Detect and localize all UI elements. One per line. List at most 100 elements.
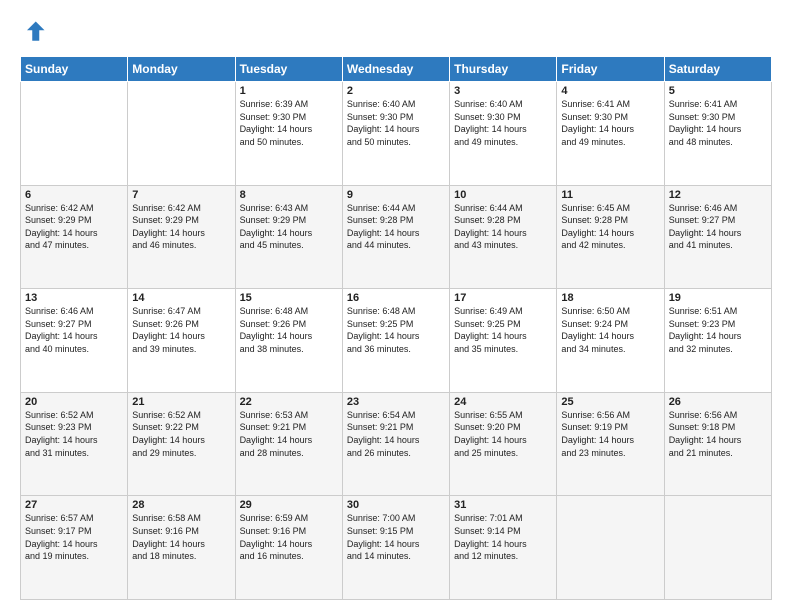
day-info: Sunrise: 6:43 AM Sunset: 9:29 PM Dayligh…	[240, 202, 338, 252]
day-number: 22	[240, 396, 338, 408]
day-info: Sunrise: 6:44 AM Sunset: 9:28 PM Dayligh…	[454, 202, 552, 252]
calendar-cell: 2Sunrise: 6:40 AM Sunset: 9:30 PM Daylig…	[342, 82, 449, 186]
day-number: 14	[132, 292, 230, 304]
calendar-cell	[557, 496, 664, 600]
day-info: Sunrise: 6:48 AM Sunset: 9:25 PM Dayligh…	[347, 305, 445, 355]
day-number: 29	[240, 499, 338, 511]
calendar-cell: 19Sunrise: 6:51 AM Sunset: 9:23 PM Dayli…	[664, 289, 771, 393]
calendar-cell: 24Sunrise: 6:55 AM Sunset: 9:20 PM Dayli…	[450, 392, 557, 496]
day-info: Sunrise: 6:56 AM Sunset: 9:19 PM Dayligh…	[561, 409, 659, 459]
day-number: 20	[25, 396, 123, 408]
logo	[20, 18, 52, 46]
day-info: Sunrise: 6:46 AM Sunset: 9:27 PM Dayligh…	[25, 305, 123, 355]
calendar-cell: 29Sunrise: 6:59 AM Sunset: 9:16 PM Dayli…	[235, 496, 342, 600]
calendar-week-row: 27Sunrise: 6:57 AM Sunset: 9:17 PM Dayli…	[21, 496, 772, 600]
calendar-cell: 16Sunrise: 6:48 AM Sunset: 9:25 PM Dayli…	[342, 289, 449, 393]
calendar-day-header: Sunday	[21, 57, 128, 82]
calendar-week-row: 13Sunrise: 6:46 AM Sunset: 9:27 PM Dayli…	[21, 289, 772, 393]
calendar-cell: 23Sunrise: 6:54 AM Sunset: 9:21 PM Dayli…	[342, 392, 449, 496]
day-info: Sunrise: 6:52 AM Sunset: 9:23 PM Dayligh…	[25, 409, 123, 459]
calendar-day-header: Monday	[128, 57, 235, 82]
day-info: Sunrise: 6:57 AM Sunset: 9:17 PM Dayligh…	[25, 512, 123, 562]
calendar-cell: 5Sunrise: 6:41 AM Sunset: 9:30 PM Daylig…	[664, 82, 771, 186]
calendar-cell: 30Sunrise: 7:00 AM Sunset: 9:15 PM Dayli…	[342, 496, 449, 600]
day-number: 18	[561, 292, 659, 304]
day-info: Sunrise: 6:40 AM Sunset: 9:30 PM Dayligh…	[347, 98, 445, 148]
day-number: 30	[347, 499, 445, 511]
day-info: Sunrise: 7:01 AM Sunset: 9:14 PM Dayligh…	[454, 512, 552, 562]
calendar-cell: 3Sunrise: 6:40 AM Sunset: 9:30 PM Daylig…	[450, 82, 557, 186]
day-number: 19	[669, 292, 767, 304]
day-number: 21	[132, 396, 230, 408]
day-info: Sunrise: 6:39 AM Sunset: 9:30 PM Dayligh…	[240, 98, 338, 148]
day-number: 9	[347, 189, 445, 201]
day-number: 28	[132, 499, 230, 511]
logo-icon	[20, 18, 48, 46]
calendar-cell: 22Sunrise: 6:53 AM Sunset: 9:21 PM Dayli…	[235, 392, 342, 496]
day-number: 23	[347, 396, 445, 408]
calendar-cell: 21Sunrise: 6:52 AM Sunset: 9:22 PM Dayli…	[128, 392, 235, 496]
calendar-cell: 18Sunrise: 6:50 AM Sunset: 9:24 PM Dayli…	[557, 289, 664, 393]
calendar-cell: 27Sunrise: 6:57 AM Sunset: 9:17 PM Dayli…	[21, 496, 128, 600]
day-number: 31	[454, 499, 552, 511]
day-number: 12	[669, 189, 767, 201]
day-number: 5	[669, 85, 767, 97]
calendar-cell: 15Sunrise: 6:48 AM Sunset: 9:26 PM Dayli…	[235, 289, 342, 393]
day-number: 4	[561, 85, 659, 97]
day-number: 8	[240, 189, 338, 201]
calendar-day-header: Wednesday	[342, 57, 449, 82]
calendar-day-header: Friday	[557, 57, 664, 82]
day-info: Sunrise: 6:40 AM Sunset: 9:30 PM Dayligh…	[454, 98, 552, 148]
day-number: 7	[132, 189, 230, 201]
day-number: 1	[240, 85, 338, 97]
day-info: Sunrise: 6:53 AM Sunset: 9:21 PM Dayligh…	[240, 409, 338, 459]
day-number: 13	[25, 292, 123, 304]
day-info: Sunrise: 6:49 AM Sunset: 9:25 PM Dayligh…	[454, 305, 552, 355]
calendar-cell: 20Sunrise: 6:52 AM Sunset: 9:23 PM Dayli…	[21, 392, 128, 496]
day-info: Sunrise: 6:48 AM Sunset: 9:26 PM Dayligh…	[240, 305, 338, 355]
day-info: Sunrise: 6:55 AM Sunset: 9:20 PM Dayligh…	[454, 409, 552, 459]
day-info: Sunrise: 6:47 AM Sunset: 9:26 PM Dayligh…	[132, 305, 230, 355]
calendar-cell: 10Sunrise: 6:44 AM Sunset: 9:28 PM Dayli…	[450, 185, 557, 289]
day-number: 25	[561, 396, 659, 408]
day-number: 11	[561, 189, 659, 201]
day-number: 2	[347, 85, 445, 97]
day-info: Sunrise: 6:56 AM Sunset: 9:18 PM Dayligh…	[669, 409, 767, 459]
day-info: Sunrise: 6:58 AM Sunset: 9:16 PM Dayligh…	[132, 512, 230, 562]
calendar-cell: 9Sunrise: 6:44 AM Sunset: 9:28 PM Daylig…	[342, 185, 449, 289]
day-number: 26	[669, 396, 767, 408]
calendar-cell: 1Sunrise: 6:39 AM Sunset: 9:30 PM Daylig…	[235, 82, 342, 186]
day-info: Sunrise: 6:54 AM Sunset: 9:21 PM Dayligh…	[347, 409, 445, 459]
calendar-cell	[128, 82, 235, 186]
calendar-cell: 17Sunrise: 6:49 AM Sunset: 9:25 PM Dayli…	[450, 289, 557, 393]
calendar-cell: 31Sunrise: 7:01 AM Sunset: 9:14 PM Dayli…	[450, 496, 557, 600]
calendar-day-header: Thursday	[450, 57, 557, 82]
day-info: Sunrise: 6:41 AM Sunset: 9:30 PM Dayligh…	[561, 98, 659, 148]
calendar-cell: 28Sunrise: 6:58 AM Sunset: 9:16 PM Dayli…	[128, 496, 235, 600]
day-number: 6	[25, 189, 123, 201]
day-info: Sunrise: 6:42 AM Sunset: 9:29 PM Dayligh…	[25, 202, 123, 252]
calendar-week-row: 20Sunrise: 6:52 AM Sunset: 9:23 PM Dayli…	[21, 392, 772, 496]
calendar-cell: 14Sunrise: 6:47 AM Sunset: 9:26 PM Dayli…	[128, 289, 235, 393]
calendar-day-header: Saturday	[664, 57, 771, 82]
calendar-cell: 4Sunrise: 6:41 AM Sunset: 9:30 PM Daylig…	[557, 82, 664, 186]
day-info: Sunrise: 6:41 AM Sunset: 9:30 PM Dayligh…	[669, 98, 767, 148]
day-number: 16	[347, 292, 445, 304]
calendar-cell: 25Sunrise: 6:56 AM Sunset: 9:19 PM Dayli…	[557, 392, 664, 496]
calendar-cell: 7Sunrise: 6:42 AM Sunset: 9:29 PM Daylig…	[128, 185, 235, 289]
calendar-header-row: SundayMondayTuesdayWednesdayThursdayFrid…	[21, 57, 772, 82]
day-info: Sunrise: 6:50 AM Sunset: 9:24 PM Dayligh…	[561, 305, 659, 355]
calendar-cell: 11Sunrise: 6:45 AM Sunset: 9:28 PM Dayli…	[557, 185, 664, 289]
day-info: Sunrise: 7:00 AM Sunset: 9:15 PM Dayligh…	[347, 512, 445, 562]
calendar-week-row: 6Sunrise: 6:42 AM Sunset: 9:29 PM Daylig…	[21, 185, 772, 289]
calendar-cell	[21, 82, 128, 186]
day-info: Sunrise: 6:52 AM Sunset: 9:22 PM Dayligh…	[132, 409, 230, 459]
day-info: Sunrise: 6:59 AM Sunset: 9:16 PM Dayligh…	[240, 512, 338, 562]
day-number: 17	[454, 292, 552, 304]
day-info: Sunrise: 6:45 AM Sunset: 9:28 PM Dayligh…	[561, 202, 659, 252]
day-info: Sunrise: 6:44 AM Sunset: 9:28 PM Dayligh…	[347, 202, 445, 252]
day-number: 3	[454, 85, 552, 97]
calendar-table: SundayMondayTuesdayWednesdayThursdayFrid…	[20, 56, 772, 600]
header	[20, 18, 772, 46]
day-number: 15	[240, 292, 338, 304]
